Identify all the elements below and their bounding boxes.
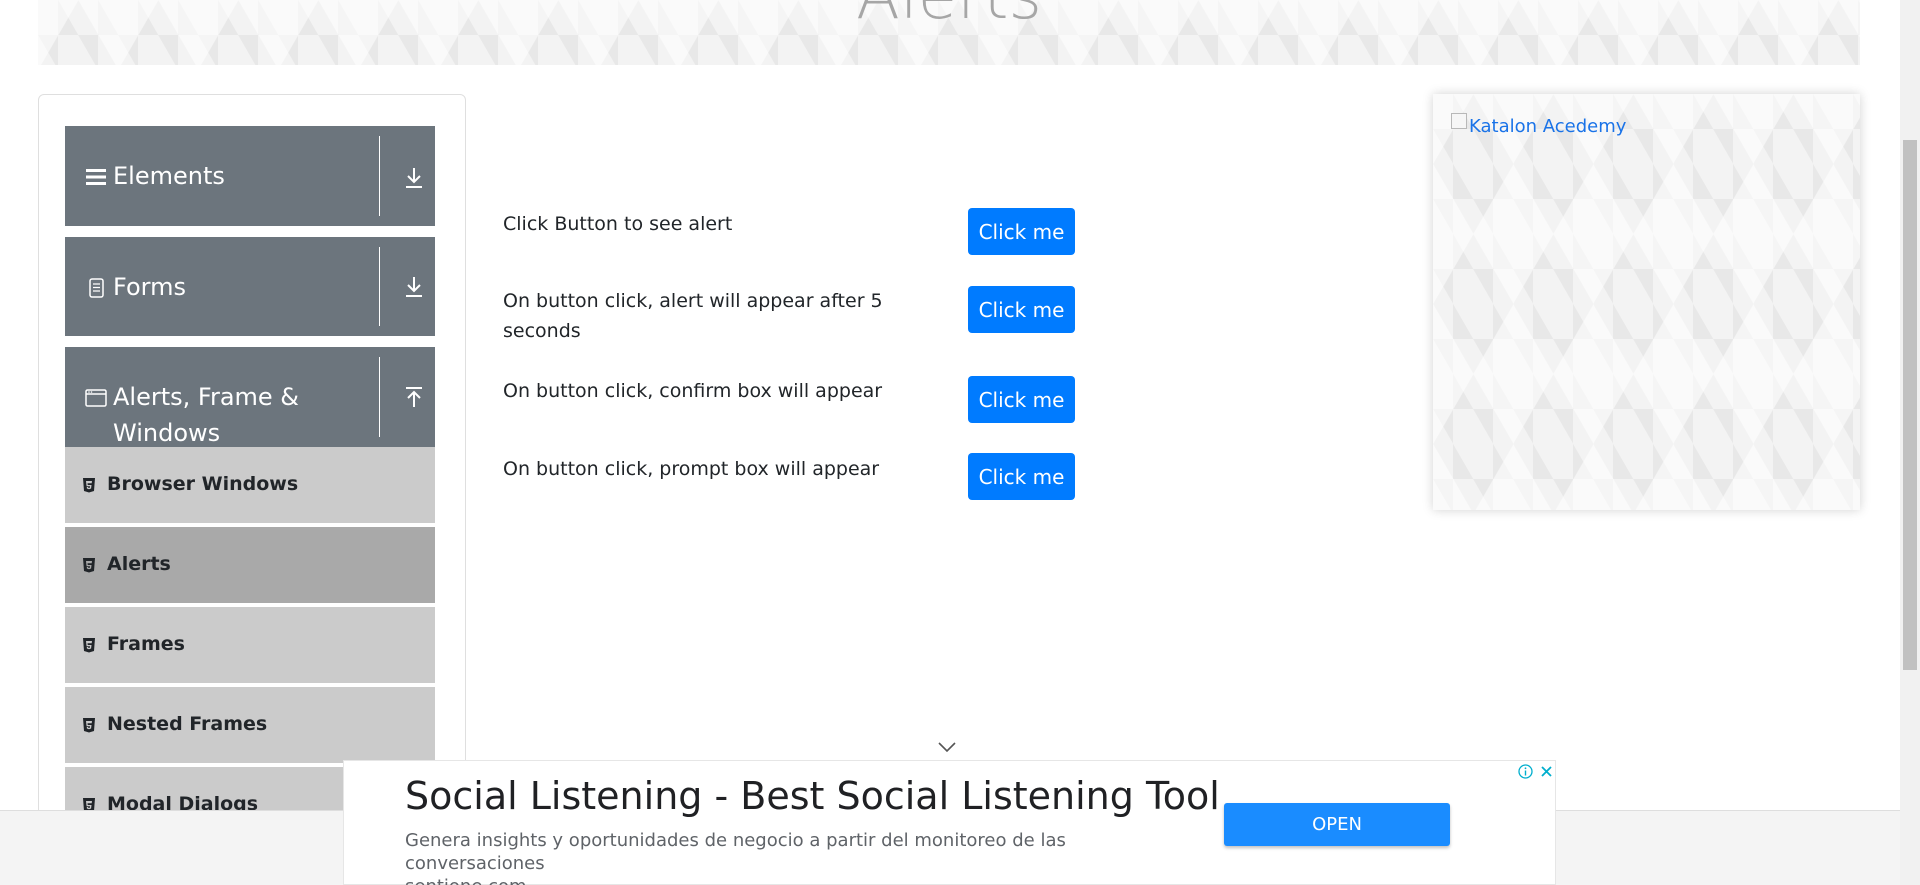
ad-domain: sentione.com — [405, 875, 1205, 885]
sidebar-group-forms[interactable]: Forms — [65, 237, 435, 336]
ad-description: Genera insights y oportunidades de negoc… — [405, 829, 1205, 885]
side-ad-panel[interactable]: Katalon Acedemy — [1433, 94, 1860, 510]
timer-alert-button[interactable]: Click me — [968, 286, 1075, 333]
sidebar-group-elements[interactable]: Elements — [65, 126, 435, 226]
sidebar-group-label: Windows — [113, 419, 221, 447]
chevron-down-icon[interactable] — [937, 741, 957, 753]
alert-button[interactable]: Click me — [968, 208, 1075, 255]
html5-icon — [83, 638, 95, 653]
sidebar-item-label: Frames — [107, 633, 185, 655]
menu-icon — [86, 169, 106, 185]
scrollbar-thumb[interactable] — [1903, 140, 1917, 670]
confirm-button[interactable]: Click me — [968, 376, 1075, 423]
sidebar-group-alerts-frame-windows[interactable]: Alerts, Frame & Windows — [65, 347, 435, 447]
broken-image-icon — [1451, 112, 1467, 129]
divider — [379, 136, 380, 216]
broken-image-link[interactable]: Katalon Acedemy — [1451, 112, 1627, 137]
prompt-button[interactable]: Click me — [968, 453, 1075, 500]
confirm-row-label: On button click, confirm box will appear — [503, 380, 883, 402]
sidebar-item-label: Nested Frames — [107, 713, 268, 735]
download-icon[interactable] — [403, 166, 425, 190]
ad-choices[interactable] — [1516, 762, 1556, 781]
sidebar-item-nested-frames[interactable]: Nested Frames — [65, 687, 435, 765]
sidebar-item-label: Browser Windows — [107, 473, 299, 495]
sidebar-group-label: Alerts, Frame & — [113, 383, 300, 411]
page-title: Alerts — [38, 0, 1860, 34]
sidebar-group-label: Forms — [113, 273, 186, 301]
sidebar-item-label: Alerts — [107, 553, 171, 575]
sidebar-group-label: Elements — [113, 162, 225, 190]
divider — [379, 357, 380, 437]
bottom-ad-banner[interactable]: Social Listening - Best Social Listening… — [343, 760, 1556, 885]
close-icon[interactable] — [1537, 762, 1556, 781]
ad-headline[interactable]: Social Listening - Best Social Listening… — [405, 774, 1220, 818]
upload-icon[interactable] — [403, 385, 425, 409]
alert-row-label: Click Button to see alert — [503, 213, 733, 235]
divider — [379, 247, 380, 326]
html5-icon — [83, 718, 95, 733]
html5-icon — [83, 558, 95, 573]
ad-description-text: Genera insights y oportunidades de negoc… — [405, 830, 1066, 874]
window-icon — [85, 389, 107, 407]
document-icon — [89, 278, 104, 298]
ad-image-alt-text: Katalon Acedemy — [1469, 116, 1627, 137]
sidebar-item-alerts[interactable]: Alerts — [65, 527, 435, 605]
sidebar-item-browser-windows[interactable]: Browser Windows — [65, 447, 435, 525]
info-icon[interactable] — [1516, 762, 1535, 781]
html5-icon — [83, 478, 95, 493]
download-icon[interactable] — [403, 275, 425, 299]
timer-alert-row-label: On button click, alert will appear after… — [503, 290, 883, 342]
sidebar-item-frames[interactable]: Frames — [65, 607, 435, 685]
ad-open-button[interactable]: OPEN — [1224, 803, 1450, 846]
prompt-row-label: On button click, prompt box will appear — [503, 458, 880, 480]
page-banner: Alerts — [38, 0, 1860, 65]
